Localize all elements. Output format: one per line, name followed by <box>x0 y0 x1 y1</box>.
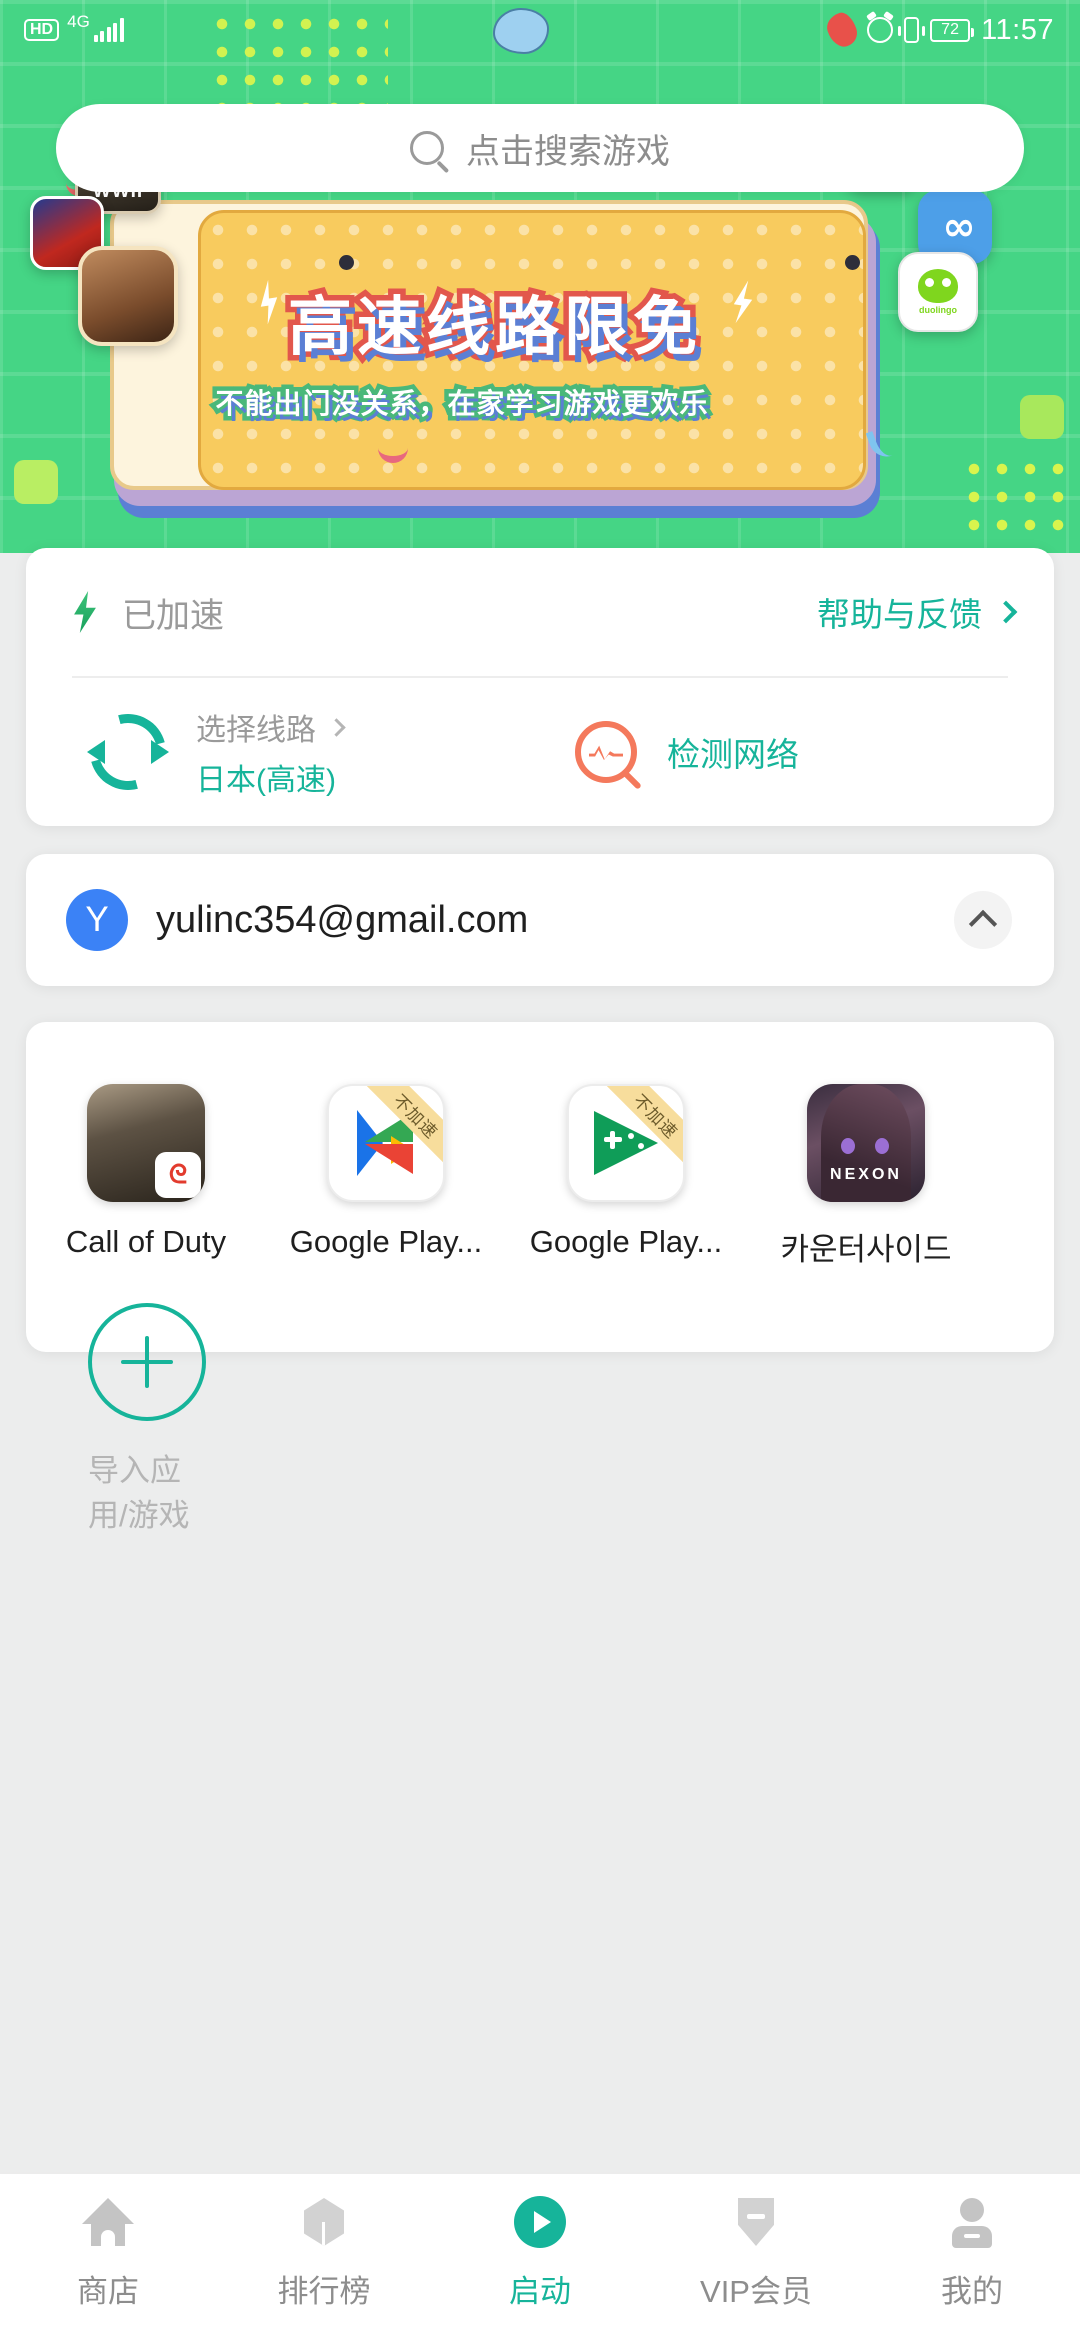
chevron-right-icon <box>994 600 1018 624</box>
nav-item-store[interactable]: 商店 <box>0 2196 216 2311</box>
route-selector[interactable]: 选择线路 日本(高速) <box>196 705 346 799</box>
status-bar-clock: 11:57 <box>981 13 1054 46</box>
search-input[interactable]: 点击搜索游戏 <box>56 104 1024 192</box>
square-decoration <box>14 460 58 504</box>
app-row: ᘓ Call of Duty 不加速 Google Play... 不加速 Go… <box>26 1084 1054 1269</box>
google-play-store-icon: 不加速 <box>327 1084 445 1202</box>
network-check-label: 检测网络 <box>667 736 799 773</box>
app-item-call-of-duty[interactable]: ᘓ Call of Duty <box>26 1084 266 1269</box>
app-label: Call of Duty <box>65 1224 227 1259</box>
banner-subtitle: 不能出门没关系，在家学习游戏更欢乐 <box>211 383 712 425</box>
alarm-icon <box>867 17 894 43</box>
acceleration-card: 已加速 帮助与反馈 选择线路 日本(高速) 检测网络 <box>26 548 1054 826</box>
sync-arrow-left <box>87 740 105 764</box>
apps-card: ᘓ Call of Duty 不加速 Google Play... 不加速 Go… <box>26 1022 1054 1533</box>
battery-icon: 72 <box>930 18 975 42</box>
acceleration-status-label: 已加速 <box>122 596 224 635</box>
plus-icon <box>121 1336 173 1388</box>
launch-play-icon <box>514 2196 566 2248</box>
acceleration-status-row: 已加速 帮助与反馈 <box>26 548 1054 676</box>
nav-item-vip[interactable]: VIP会员 <box>648 2196 864 2311</box>
call-of-duty-icon: ᘓ <box>87 1084 205 1202</box>
app-label: Google Play... <box>529 1224 723 1259</box>
add-app-label: 导入应用/游戏 <box>88 1453 190 1533</box>
banner-dot-left <box>339 255 354 270</box>
chevron-up-icon <box>968 909 998 939</box>
duolingo-label: duolingo <box>919 305 957 315</box>
app-item-counterside[interactable]: NEXON 카운터사이드 <box>746 1084 986 1269</box>
sync-arrow-right <box>151 740 169 764</box>
gamepad-dots <box>628 1133 644 1149</box>
hd-badge: HD <box>24 19 60 41</box>
nexon-watermark: NEXON <box>830 1166 902 1183</box>
nav-item-profile[interactable]: 我的 <box>864 2196 1080 2311</box>
network-scan-icon <box>575 721 637 783</box>
nav-label: 启动 <box>509 2274 571 2309</box>
route-value: 日本(高速) <box>196 764 336 797</box>
route-label: 选择线路 <box>196 714 316 747</box>
pulse-line-icon <box>589 745 623 760</box>
banner-title: 高速线路限免 <box>283 286 703 371</box>
app-item-google-play-store[interactable]: 不加速 Google Play... <box>266 1084 506 1269</box>
bottom-navigation: 商店 排行榜 启动 VIP会员 我的 <box>0 2172 1080 2340</box>
add-app-button[interactable] <box>88 1303 206 1421</box>
status-bar: HD 4G 72 11:57 <box>0 0 1080 60</box>
nav-label: 商店 <box>77 2274 139 2309</box>
character-eye <box>841 1138 855 1154</box>
character-art <box>821 1084 911 1202</box>
app-label: Google Play... <box>289 1224 483 1259</box>
help-feedback-link[interactable]: 帮助与反馈 <box>817 588 1018 636</box>
sync-icon[interactable] <box>76 700 180 804</box>
cc-app-label: ∞ <box>942 204 975 250</box>
dot-pattern-decoration-2 <box>960 455 1070 545</box>
app-grid: ᘓ Call of Duty 不加速 Google Play... 不加速 Go… <box>26 1022 1054 1535</box>
acceleration-options-row: 选择线路 日本(高速) 检测网络 <box>26 678 1054 826</box>
add-app-cell[interactable]: 导入应用/游戏 <box>88 1303 206 1535</box>
nav-label: VIP会员 <box>700 2274 812 2309</box>
garena-badge-icon: ᘓ <box>155 1152 201 1198</box>
duolingo-app-icon[interactable]: duolingo <box>898 252 978 332</box>
nav-label: 我的 <box>941 2274 1003 2309</box>
duolingo-bird-icon <box>918 269 958 303</box>
network-check-button[interactable]: 检测网络 <box>575 721 799 783</box>
account-row: Y yulinc354@gmail.com <box>26 854 1054 986</box>
help-feedback-label: 帮助与反馈 <box>817 596 982 633</box>
app-label: 카운터사이드 <box>780 1232 952 1267</box>
header-banner-area: HD 4G 72 11:57 点击搜索游戏 WWII 高速线路限 <box>0 0 1080 553</box>
search-icon <box>410 131 444 165</box>
promo-banner[interactable]: 高速线路限免 不能出门没关系，在家学习游戏更欢乐 <box>110 200 901 523</box>
network-type-label: 4G <box>67 12 90 31</box>
vip-diamond-icon <box>730 2196 782 2248</box>
vibrate-icon <box>898 17 926 43</box>
square-decoration <box>1020 395 1064 439</box>
account-card[interactable]: Y yulinc354@gmail.com <box>26 854 1054 986</box>
search-placeholder: 点击搜索游戏 <box>466 132 670 171</box>
add-app-row: 导入应用/游戏 <box>26 1303 1054 1535</box>
rank-icon <box>298 2196 350 2248</box>
status-bar-left: HD 4G <box>24 12 124 42</box>
route-label-row: 选择线路 <box>196 705 346 749</box>
google-play-games-icon: 不加速 <box>567 1084 685 1202</box>
nav-item-ranking[interactable]: 排行榜 <box>216 2196 432 2311</box>
soldier-game-icon[interactable] <box>78 246 178 346</box>
banner-dot-right <box>845 255 860 270</box>
avatar: Y <box>66 889 128 951</box>
home-icon <box>82 2196 134 2248</box>
bolt-icon <box>74 591 96 633</box>
chevron-right-icon <box>327 717 346 737</box>
character-eye <box>875 1138 889 1154</box>
worm-decoration <box>823 9 861 51</box>
nav-label: 排行榜 <box>277 2274 371 2309</box>
account-email: yulinc354@gmail.com <box>156 898 529 941</box>
counterside-nexon-icon: NEXON <box>807 1084 925 1202</box>
collapse-account-button[interactable] <box>954 891 1012 949</box>
app-item-google-play-games[interactable]: 不加速 Google Play... <box>506 1084 746 1269</box>
status-bar-right: 72 11:57 <box>823 9 1054 51</box>
signal-bars-icon <box>93 18 124 42</box>
profile-icon <box>946 2196 998 2248</box>
nav-item-launch[interactable]: 启动 <box>432 2196 648 2311</box>
